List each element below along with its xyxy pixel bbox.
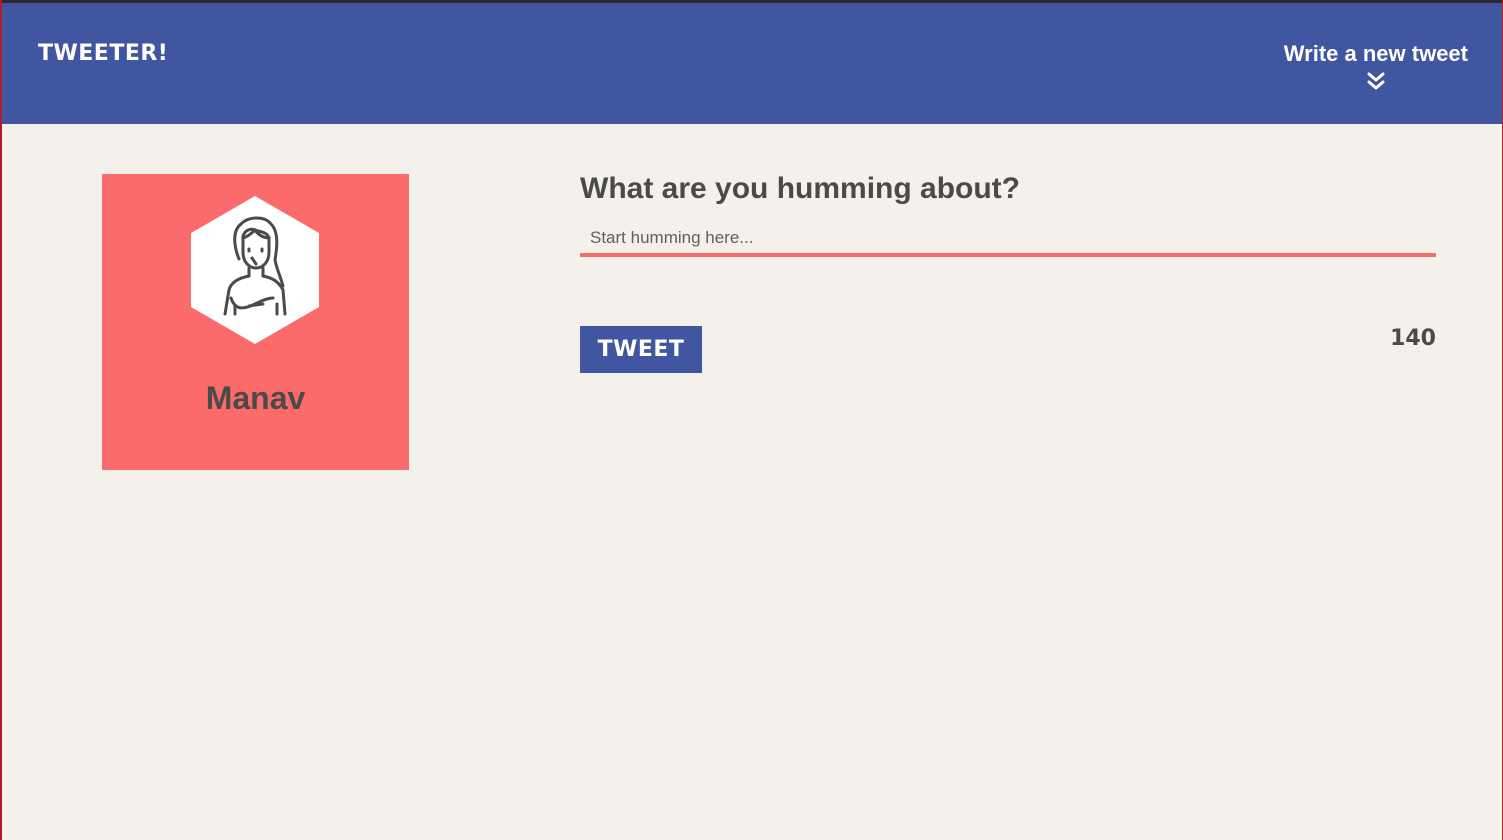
top-nav: TWEETER! Write a new tweet (2, 0, 1502, 124)
tweet-button[interactable]: TWEET (580, 326, 702, 373)
profile-name: Manav (205, 380, 306, 416)
app-window: TWEETER! Write a new tweet Manav What ar… (0, 0, 1503, 840)
composer-prompt: What are you humming about? (580, 172, 1020, 205)
chevron-double-down-icon[interactable] (1366, 71, 1386, 91)
person-avatar-icon (191, 196, 319, 344)
tweet-composer: What are you humming about? TWEET 140 (580, 172, 1436, 373)
brand-logo[interactable]: TWEETER! (38, 41, 168, 66)
character-counter: 140 (1390, 326, 1436, 351)
write-new-tweet-toggle[interactable]: Write a new tweet (1284, 41, 1468, 91)
profile-card: Manav (102, 174, 409, 470)
tweet-input[interactable] (580, 222, 1436, 257)
write-new-tweet-label[interactable]: Write a new tweet (1284, 41, 1468, 67)
